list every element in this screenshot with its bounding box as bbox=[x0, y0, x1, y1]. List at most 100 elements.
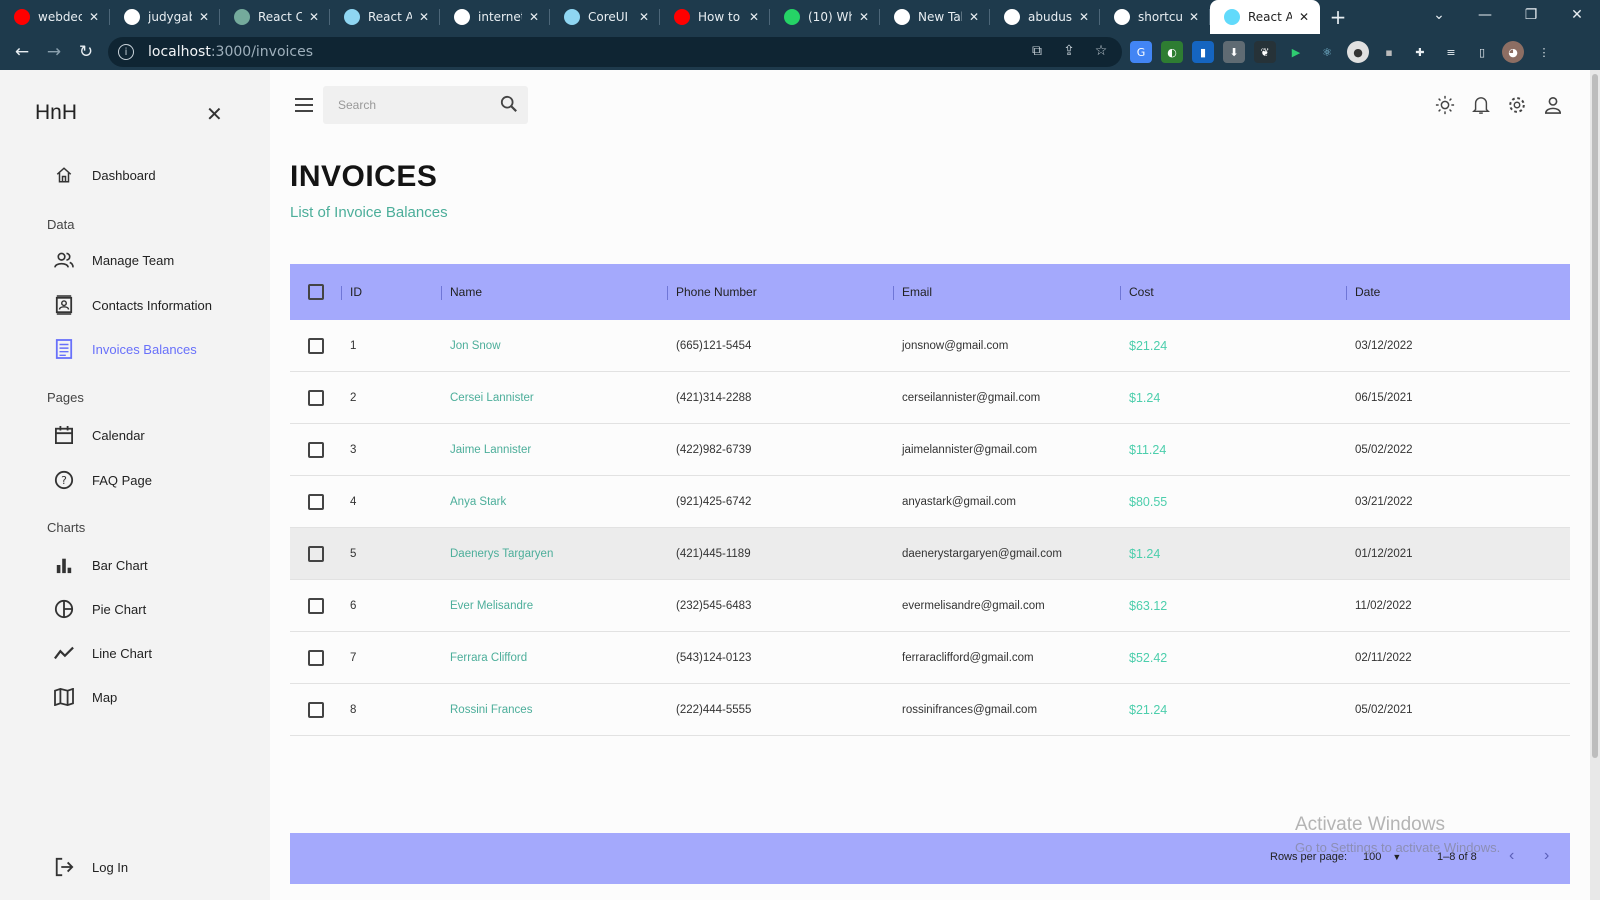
new-tab-button[interactable]: + bbox=[1320, 0, 1356, 34]
share-icon[interactable]: ⇪ bbox=[1060, 43, 1078, 59]
notifications-bell-icon[interactable] bbox=[1470, 94, 1492, 116]
previous-page-icon[interactable]: ‹ bbox=[1509, 847, 1514, 865]
sidebar-item-calendar[interactable]: Calendar bbox=[54, 422, 145, 448]
light-mode-icon[interactable] bbox=[1434, 94, 1456, 116]
tab-close-icon[interactable]: ✕ bbox=[526, 10, 542, 24]
table-row[interactable]: 7 Ferrara Clifford (543)124-0123 ferraracli… bbox=[290, 632, 1570, 684]
page-scrollbar[interactable] bbox=[1590, 70, 1600, 900]
sidebar-item-login[interactable]: Log In bbox=[54, 854, 128, 880]
site-info-icon[interactable]: i bbox=[118, 44, 134, 60]
browser-tab[interactable]: abudusa ✕ bbox=[990, 0, 1100, 34]
browser-tab[interactable]: (10) Wha ✕ bbox=[770, 0, 880, 34]
close-window-button[interactable]: ✕ bbox=[1554, 0, 1600, 30]
row-checkbox[interactable] bbox=[308, 372, 324, 424]
address-bar[interactable]: i localhost:3000/invoices ⧉ ⇪ ☆ bbox=[108, 37, 1122, 67]
column-header-date[interactable]: Date bbox=[1355, 264, 1380, 320]
scrollbar-thumb[interactable] bbox=[1592, 74, 1598, 758]
sidebar-item-manage-team[interactable]: Manage Team bbox=[54, 247, 174, 273]
sidebar-item-map[interactable]: Map bbox=[54, 684, 117, 710]
color-extension-icon[interactable]: ◐ bbox=[1161, 41, 1183, 63]
back-button[interactable]: ← bbox=[6, 36, 38, 68]
browser-tab[interactable]: webdecc ✕ bbox=[0, 0, 110, 34]
forward-button[interactable]: → bbox=[38, 36, 70, 68]
react-devtools-icon[interactable]: ⚛ bbox=[1316, 41, 1338, 63]
menu-toggle-icon[interactable] bbox=[294, 96, 314, 116]
tab-close-icon[interactable]: ✕ bbox=[1186, 10, 1202, 24]
tab-close-icon[interactable]: ✕ bbox=[746, 10, 762, 24]
bookmark-star-icon[interactable]: ☆ bbox=[1092, 43, 1110, 59]
browser-tab[interactable]: React Ap ✕ bbox=[330, 0, 440, 34]
table-row[interactable]: 1 Jon Snow (665)121-5454 jonsnow@gmail.com $… bbox=[290, 320, 1570, 372]
tab-close-icon[interactable]: ✕ bbox=[306, 10, 322, 24]
row-checkbox[interactable] bbox=[308, 632, 324, 684]
browser-tab[interactable]: How to U ✕ bbox=[660, 0, 770, 34]
translate-extension-icon[interactable]: G bbox=[1130, 41, 1152, 63]
docs-extension-icon[interactable]: ▮ bbox=[1192, 41, 1214, 63]
sidebar-close-icon[interactable]: ✕ bbox=[206, 102, 223, 126]
tab-search-icon[interactable]: ⌄ bbox=[1416, 0, 1462, 30]
brand-logo: HnH bbox=[35, 101, 78, 124]
column-header-id[interactable]: ID bbox=[350, 264, 362, 320]
restore-button[interactable]: ❐ bbox=[1508, 0, 1554, 30]
sidebar-item-invoices[interactable]: Invoices Balances bbox=[54, 336, 197, 362]
reading-list-icon[interactable]: ≡ bbox=[1440, 41, 1462, 63]
table-row[interactable]: 8 Rossini Frances (222)444-5555 rossinifran… bbox=[290, 684, 1570, 736]
tab-close-icon[interactable]: ✕ bbox=[966, 10, 982, 24]
open-in-app-icon[interactable]: ⧉ bbox=[1028, 43, 1046, 59]
table-row[interactable]: 2 Cersei Lannister (421)314-2288 cerseilann… bbox=[290, 372, 1570, 424]
download-extension-icon[interactable]: ⬇ bbox=[1223, 41, 1245, 63]
browser-tab[interactable]: React Cc ✕ bbox=[220, 0, 330, 34]
table-row[interactable]: 5 Daenerys Targaryen (421)445-1189 daenerys… bbox=[290, 528, 1570, 580]
column-header-name[interactable]: Name bbox=[450, 264, 482, 320]
sidebar-item-pie-chart[interactable]: Pie Chart bbox=[54, 596, 146, 622]
settings-gear-icon[interactable] bbox=[1506, 94, 1528, 116]
browser-tab[interactable]: New Tab ✕ bbox=[880, 0, 990, 34]
sidebar-item-contacts[interactable]: Contacts Information bbox=[54, 292, 212, 318]
tab-close-icon[interactable]: ✕ bbox=[1076, 10, 1092, 24]
table-row[interactable]: 4 Anya Stark (921)425-6742 anyastark@gmail.… bbox=[290, 476, 1570, 528]
tab-close-icon[interactable]: ✕ bbox=[856, 10, 872, 24]
home-icon bbox=[54, 165, 74, 185]
column-header-phone[interactable]: Phone Number bbox=[676, 264, 757, 320]
tab-close-icon[interactable]: ✕ bbox=[86, 10, 102, 24]
next-page-icon[interactable]: › bbox=[1544, 847, 1549, 865]
sidebar-item-dashboard[interactable]: Dashboard bbox=[54, 162, 156, 188]
browser-tab[interactable]: judygab ✕ bbox=[110, 0, 220, 34]
sidebar-item-bar-chart[interactable]: Bar Chart bbox=[54, 552, 148, 578]
profile-extension-icon[interactable]: ● bbox=[1347, 41, 1369, 63]
table-row[interactable]: 6 Ever Melisandre (232)545-6483 evermelisan… bbox=[290, 580, 1570, 632]
profile-avatar[interactable]: ◕ bbox=[1502, 41, 1524, 63]
select-all-checkbox[interactable] bbox=[308, 264, 324, 320]
row-checkbox[interactable] bbox=[308, 476, 324, 528]
extensions-puzzle-icon[interactable]: ✚ bbox=[1409, 41, 1431, 63]
tab-close-icon[interactable]: ✕ bbox=[196, 10, 212, 24]
browser-menu-icon[interactable]: ⋮ bbox=[1533, 41, 1555, 63]
tab-close-icon[interactable]: ✕ bbox=[636, 10, 652, 24]
browser-tab[interactable]: shortcut ✕ bbox=[1100, 0, 1210, 34]
calendar-icon bbox=[54, 425, 74, 445]
row-checkbox[interactable] bbox=[308, 528, 324, 580]
browser-tab[interactable]: internet ✕ bbox=[440, 0, 550, 34]
row-checkbox[interactable] bbox=[308, 320, 324, 372]
column-header-email[interactable]: Email bbox=[902, 264, 932, 320]
search-input[interactable] bbox=[338, 98, 488, 112]
row-checkbox[interactable] bbox=[308, 424, 324, 476]
reload-button[interactable]: ↻ bbox=[70, 36, 102, 68]
search-icon[interactable] bbox=[500, 95, 518, 117]
browser-tab[interactable]: CoreUI F ✕ bbox=[550, 0, 660, 34]
minimize-button[interactable]: — bbox=[1462, 0, 1508, 30]
column-header-cost[interactable]: Cost bbox=[1129, 264, 1154, 320]
sidebar-item-line-chart[interactable]: Line Chart bbox=[54, 640, 152, 666]
dark-extension-icon[interactable]: ❦ bbox=[1254, 41, 1276, 63]
user-profile-icon[interactable] bbox=[1542, 94, 1564, 116]
mic-extension-icon[interactable]: ▪ bbox=[1378, 41, 1400, 63]
side-panel-icon[interactable]: ▯ bbox=[1471, 41, 1493, 63]
tab-close-icon[interactable]: ✕ bbox=[416, 10, 432, 24]
tab-close-icon[interactable]: ✕ bbox=[1296, 10, 1312, 24]
sidebar-item-faq[interactable]: ? FAQ Page bbox=[54, 467, 152, 493]
table-row[interactable]: 3 Jaime Lannister (422)982-6739 jaimelannis… bbox=[290, 424, 1570, 476]
browser-tab[interactable]: React Ap ✕ bbox=[1210, 0, 1320, 34]
play-extension-icon[interactable]: ▶ bbox=[1285, 41, 1307, 63]
row-checkbox[interactable] bbox=[308, 684, 324, 736]
row-checkbox[interactable] bbox=[308, 580, 324, 632]
